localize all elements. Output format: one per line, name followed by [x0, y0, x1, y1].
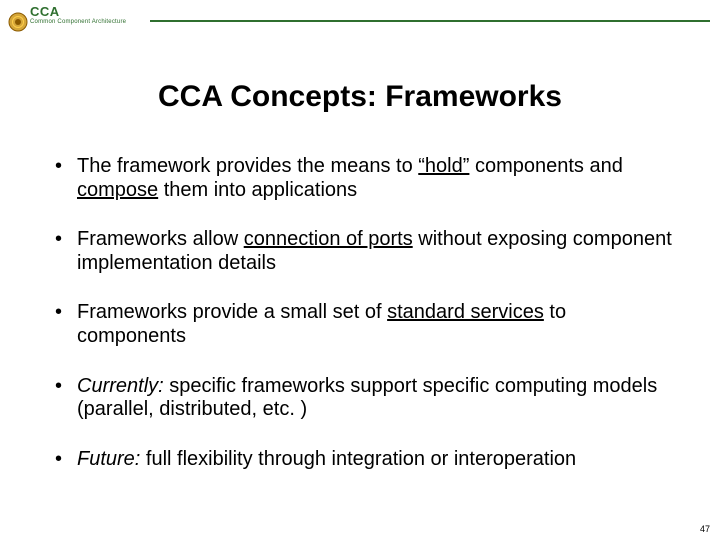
bullet-lead-italic: Currently: [77, 375, 164, 397]
bullet-text: them into applications [158, 179, 357, 201]
bullet-text: The framework provides the means to [77, 155, 418, 177]
list-item: Frameworks provide a small set of standa… [55, 301, 675, 348]
list-item: Currently: specific frameworks support s… [55, 375, 675, 422]
bullet-emphasis: “hold” [418, 155, 469, 177]
bullet-text: specific frameworks support specific com… [77, 375, 657, 421]
bullet-emphasis: standard services [387, 301, 544, 323]
bullet-emphasis: compose [77, 179, 158, 201]
header-acronym: CCA [30, 4, 60, 19]
header-subtitle: Common Component Architecture [30, 19, 126, 25]
bullet-text: full flexibility through integration or … [140, 448, 576, 470]
slide-title: CCA Concepts: Frameworks [0, 80, 720, 114]
cca-logo-icon [8, 12, 28, 32]
bullet-text: Frameworks provide a small set of [77, 301, 387, 323]
header-rule [150, 20, 710, 22]
list-item: Frameworks allow connection of ports wit… [55, 228, 675, 275]
bullet-text: components and [469, 155, 622, 177]
bullet-emphasis: connection of ports [244, 228, 413, 250]
bullet-lead-italic: Future: [77, 448, 140, 470]
bullet-list: The framework provides the means to “hol… [55, 155, 675, 497]
slide-header: CCA Common Component Architecture [0, 4, 720, 30]
list-item: The framework provides the means to “hol… [55, 155, 675, 202]
page-number: 47 [700, 524, 710, 534]
bullet-text: Frameworks allow [77, 228, 244, 250]
list-item: Future: full flexibility through integra… [55, 448, 675, 472]
